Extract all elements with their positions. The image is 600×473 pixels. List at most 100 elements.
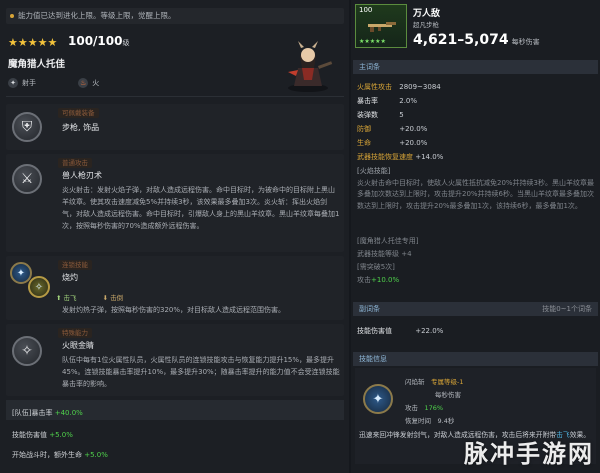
skill-special-category: 特殊能力 [58,328,92,338]
rifle-icon [368,22,396,32]
skill-normal-text: 炎火射击：发射火焰子弹，对敌人造成远程伤害。命中目标时，为被命中的目标附上黑山羊… [62,186,340,230]
exclusive-line: 武器技能等级 +4 [357,249,412,259]
weapon-skill-level: 1 [459,378,464,386]
knockdown-tag: ⬇ 击倒 [102,294,124,302]
exclusive-tag: [魔角猎人托佳专用] [357,236,418,246]
weapon-skill-cd-value: 9.4秒 [437,417,455,425]
weapon-card[interactable]: 100 ★★★★★ [355,4,407,48]
skill-equip-category: 可佩戴装备 [58,108,99,118]
weapon-level: 100 [359,6,373,14]
hero-tags: ✦ 射手 ♨ 火 [8,78,139,88]
weapon-skill-cd-label: 恢复时间 [405,417,431,425]
stat-row: 防御 +20.0% [357,124,427,134]
exclusive-line2-value: +10.0% [371,276,400,284]
skill-equip-title: 步枪, 饰品 [62,123,100,132]
shooter-icon: ✦ [8,78,18,88]
weapon-damage: 4,621–5,074 每秒伤害 [413,32,540,48]
skill-special-title: 火眼金睛 [62,341,94,350]
team-crit-label: [队伍]暴击率 [12,409,53,417]
stat-key: 装弹数 [357,111,378,119]
launch-tag-label: 击飞 [63,294,77,302]
team-skill-label: 技能伤害值 [12,431,47,439]
sub-stat-key: 技能伤害值 [357,327,392,335]
stat-value: 2809~3084 [399,83,441,91]
stat-key: 火属性攻击 [357,83,392,91]
hero-name: 魔角猎人托佳 [8,59,66,70]
stat-row: 装弹数 5 [357,110,404,120]
weapon-passive-text: 炎火射击命中目标时，使敌人火属性抵抗减免20%并持续3秒。黑山羊纹章最多叠加次数… [357,178,595,210]
team-row-hp: 开始战斗时，额外生命 +5.0% [12,450,108,460]
chain-effects: ⬆ 击飞 ⬇ 击倒 [56,292,147,302]
stat-value: 2.0% [399,97,418,105]
tag-element: ♨ 火 [78,78,99,88]
chain-skill-icons: ✦ ✧ [8,262,52,302]
knockdown-tag-label: 击倒 [110,294,124,302]
main-options-title: 主词条 [359,63,380,71]
team-bonuses: [队伍]暴击率 +40.0% 技能伤害值 +5.0% 开始战斗时，额外生命 +5… [6,400,344,473]
skill-chain-text: 发射灼热子弹，按照每秒伤害的320%，对目标敌人造成远程范围伤害。 [62,306,286,314]
team-hp-value: +5.0% [84,451,108,459]
hero-level-suffix: 级 [122,39,130,47]
stat-row: 生命 +20.0% [357,138,427,148]
weapon-skill-icon: ✦ [363,384,393,414]
skill-equip: ⛨ 可佩戴装备 步枪, 饰品 [6,104,344,150]
skill-chain-title: 烧灼 [62,273,78,282]
weapon-info-panel: 100 ★★★★★ 万人敌 超凡步枪 4,621–5,074 每秒伤害 主词条 火… [351,0,600,473]
sparkle-icon: ✧ [12,336,42,366]
hero-level: 100/100级 [68,34,129,48]
exclusive-line-text: 武器技能等级 +4 [357,250,412,258]
hero-stars: ★★★★★ [8,36,58,49]
sub-options-header: 副词条 技能0~1个词条 [353,302,598,316]
team-skill-value: +5.0% [49,431,73,439]
weapon-skill-name-row: 闪焰斩 专属等级-1 [405,378,464,386]
team-crit-value: +40.0% [54,409,83,417]
sword-icon: ⚔ [12,164,42,194]
weapon-stars: ★★★★★ [359,38,386,45]
stat-key: 防御 [357,125,371,133]
weapon-skill-level-label: 专属等级 [431,378,457,386]
weapon-damage-value: 4,621–5,074 [413,32,509,48]
skill-chain: 连锁技能 烧灼 发射灼热子弹，按照每秒伤害的320%，对目标敌人造成远程范围伤害… [6,256,344,320]
evolution-note-text: 能力值已达到进化上限。等级上限，觉醒上限。 [18,11,176,20]
sub-options-range: 技能0~1个词条 [542,305,592,313]
hero-level-value: 100/100 [68,34,123,48]
divider [6,96,344,97]
skill-normal-attack: ⚔ 普通攻击 兽人枪刃术 炎火射击：发射火焰子弹，对敌人造成远程伤害。命中目标时… [6,154,344,252]
hero-info-panel: 能力值已达到进化上限。等级上限，觉醒上限。 ★★★★★ 100/100级 魔角猎… [0,0,349,473]
chain-b-icon: ✧ [28,276,50,298]
skill-special: ✧ 特殊能力 火眼金睛 队伍中每有1位火属性队员，火属性队员的连锁技能攻击与恢复… [6,324,344,396]
watermark: 脉冲手游网 [464,440,594,468]
team-hp-label: 开始战斗时，额外生命 [12,451,82,459]
stat-value: +20.0% [399,139,428,147]
weapon-skill-cd-row: 恢复时间 9.4秒 [405,415,454,425]
exclusive-tag-2: [需突破5次] [357,262,395,272]
weapon-skill-dps-prefix: 攻击 [405,404,418,412]
skill-normal-title: 兽人枪刃术 [62,171,102,180]
weapon-skill-header: 技能信息 [353,352,598,366]
sub-stat-row: 技能伤害值 +22.0% [357,326,443,336]
weapon-name: 万人敌 [413,9,441,19]
weapon-skill-dps-value: 176% [424,404,444,412]
stat-key: 生命 [357,139,371,147]
team-row-skill: 技能伤害值 +5.0% [12,430,73,440]
hero-portrait [288,41,333,92]
note-dot-icon [10,14,14,18]
skill-normal-category: 普通攻击 [58,158,92,168]
main-options-header: 主词条 [353,60,598,74]
sub-stat-value: +22.0% [415,327,444,335]
weapon-damage-suffix: 每秒伤害 [511,38,540,46]
stat-row: 火属性攻击 2809~3084 [357,82,441,92]
stat-key: 武器技能恢复速度 [357,153,413,161]
tag-class: ✦ 射手 [8,78,36,88]
weapon-skill-title: 技能信息 [359,355,387,363]
stat-value: +14.0% [415,153,444,161]
skill-chain-category: 连锁技能 [58,260,92,270]
tag-element-label: 火 [92,79,100,87]
exclusive-line-2: 攻击+10.0% [357,275,399,285]
tag-class-label: 射手 [22,79,36,87]
exclusive-line2-key: 攻击 [357,276,371,284]
stat-value: +20.0% [399,125,428,133]
stat-row: 暴击率 2.0% [357,96,417,106]
evolution-note: 能力值已达到进化上限。等级上限，觉醒上限。 [6,8,344,24]
weapon-type: 超凡步枪 [413,21,439,29]
